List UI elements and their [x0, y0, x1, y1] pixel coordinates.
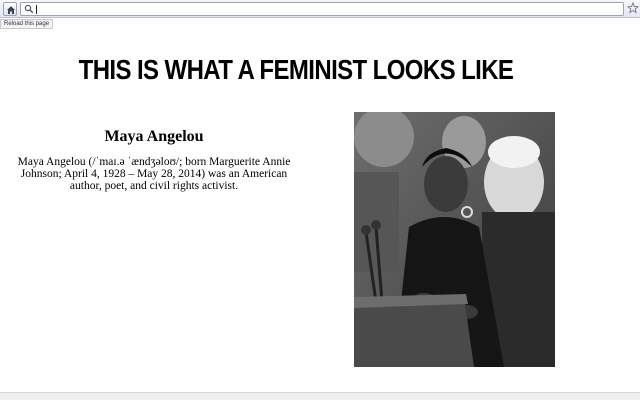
page-heading: THIS IS WHAT A FEMINIST LOOKS LIKE — [78, 55, 514, 87]
search-icon — [24, 4, 34, 14]
text-caret — [36, 5, 37, 14]
portrait-photo — [354, 112, 555, 367]
home-button[interactable] — [3, 2, 17, 16]
browser-toolbar — [0, 0, 640, 18]
reload-tooltip: Reload this page — [0, 19, 54, 29]
horizontal-scrollbar[interactable] — [0, 392, 640, 400]
star-icon[interactable] — [627, 2, 639, 14]
bio-section: Maya Angelou Maya Angelou (/ˈmaɪ.ə ˈændʒ… — [0, 127, 308, 192]
person-name: Maya Angelou — [104, 128, 204, 145]
home-icon — [7, 6, 15, 14]
address-bar[interactable] — [20, 2, 624, 16]
bio-text: Maya Angelou (/ˈmaɪ.ə ˈændʒəloʊ/; born M… — [17, 156, 291, 192]
address-input[interactable] — [39, 3, 599, 15]
